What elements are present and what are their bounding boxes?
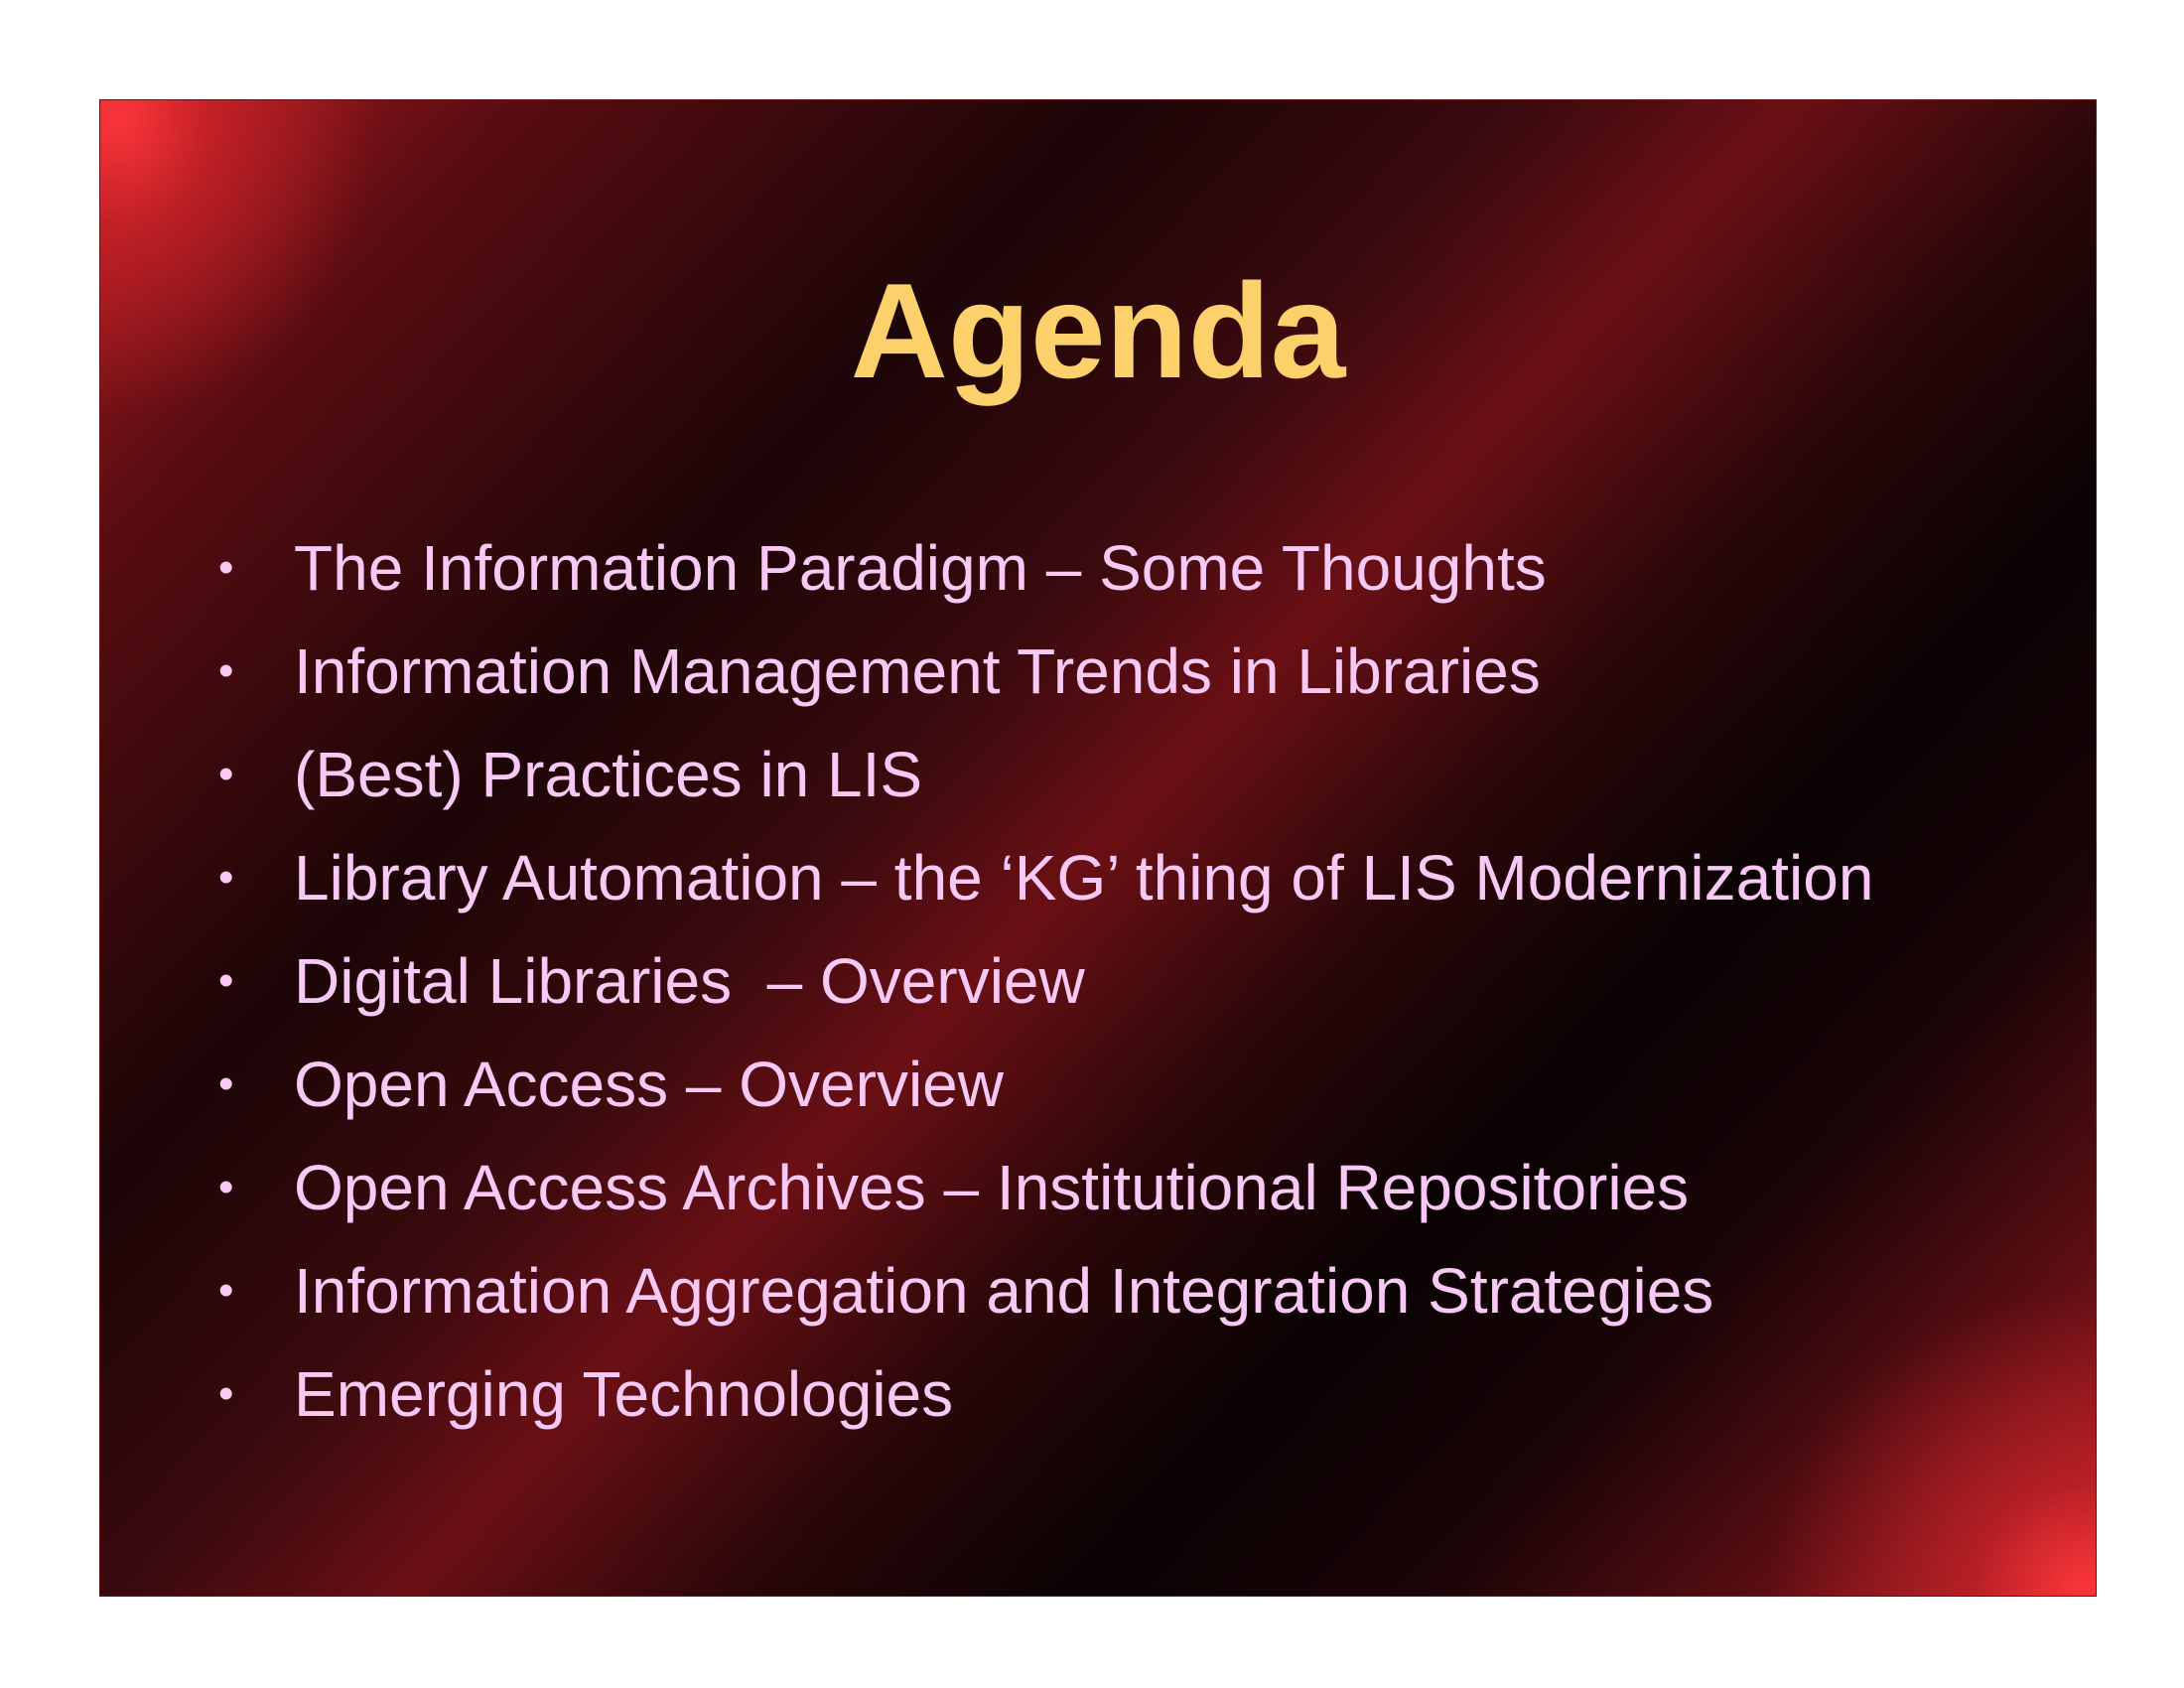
list-item: • Emerging Technologies [218, 1342, 1873, 1446]
list-item: • Library Automation – the ‘KG’ thing of… [218, 826, 1873, 929]
bullet-icon: • [218, 853, 234, 902]
bullet-icon: • [218, 1163, 234, 1211]
list-item-text: (Best) Practices in LIS [294, 739, 923, 810]
list-item-text: Open Access Archives – Institutional Rep… [294, 1152, 1690, 1223]
bullet-icon: • [218, 956, 234, 1005]
slide-title: Agenda [850, 255, 1346, 406]
list-item: • Open Access Archives – Institutional R… [218, 1136, 1873, 1239]
bullet-icon: • [218, 1059, 234, 1108]
list-item-text: Information Aggregation and Integration … [294, 1255, 1714, 1327]
list-item-text: The Information Paradigm – Some Thoughts [294, 532, 1547, 604]
list-item-text: Digital Libraries – Overview [294, 945, 1085, 1017]
list-item-text: Library Automation – the ‘KG’ thing of L… [294, 842, 1874, 914]
bullet-icon: • [218, 1266, 234, 1315]
list-item: • Information Management Trends in Libra… [218, 620, 1873, 723]
list-item: • (Best) Practices in LIS [218, 723, 1873, 826]
list-item: • Digital Libraries – Overview [218, 929, 1873, 1033]
agenda-list: • The Information Paradigm – Some Though… [218, 516, 1873, 1446]
bullet-icon: • [218, 543, 234, 592]
bullet-icon: • [218, 1369, 234, 1418]
list-item-text: Open Access – Overview [294, 1049, 1004, 1120]
slide: Agenda • The Information Paradigm – Some… [99, 99, 2097, 1597]
bullet-icon: • [218, 646, 234, 695]
list-item-text: Emerging Technologies [294, 1358, 954, 1430]
list-item: • The Information Paradigm – Some Though… [218, 516, 1873, 620]
list-item: • Information Aggregation and Integratio… [218, 1239, 1873, 1342]
list-item: • Open Access – Overview [218, 1033, 1873, 1136]
list-item-text: Information Management Trends in Librari… [294, 635, 1541, 707]
bullet-icon: • [218, 750, 234, 798]
